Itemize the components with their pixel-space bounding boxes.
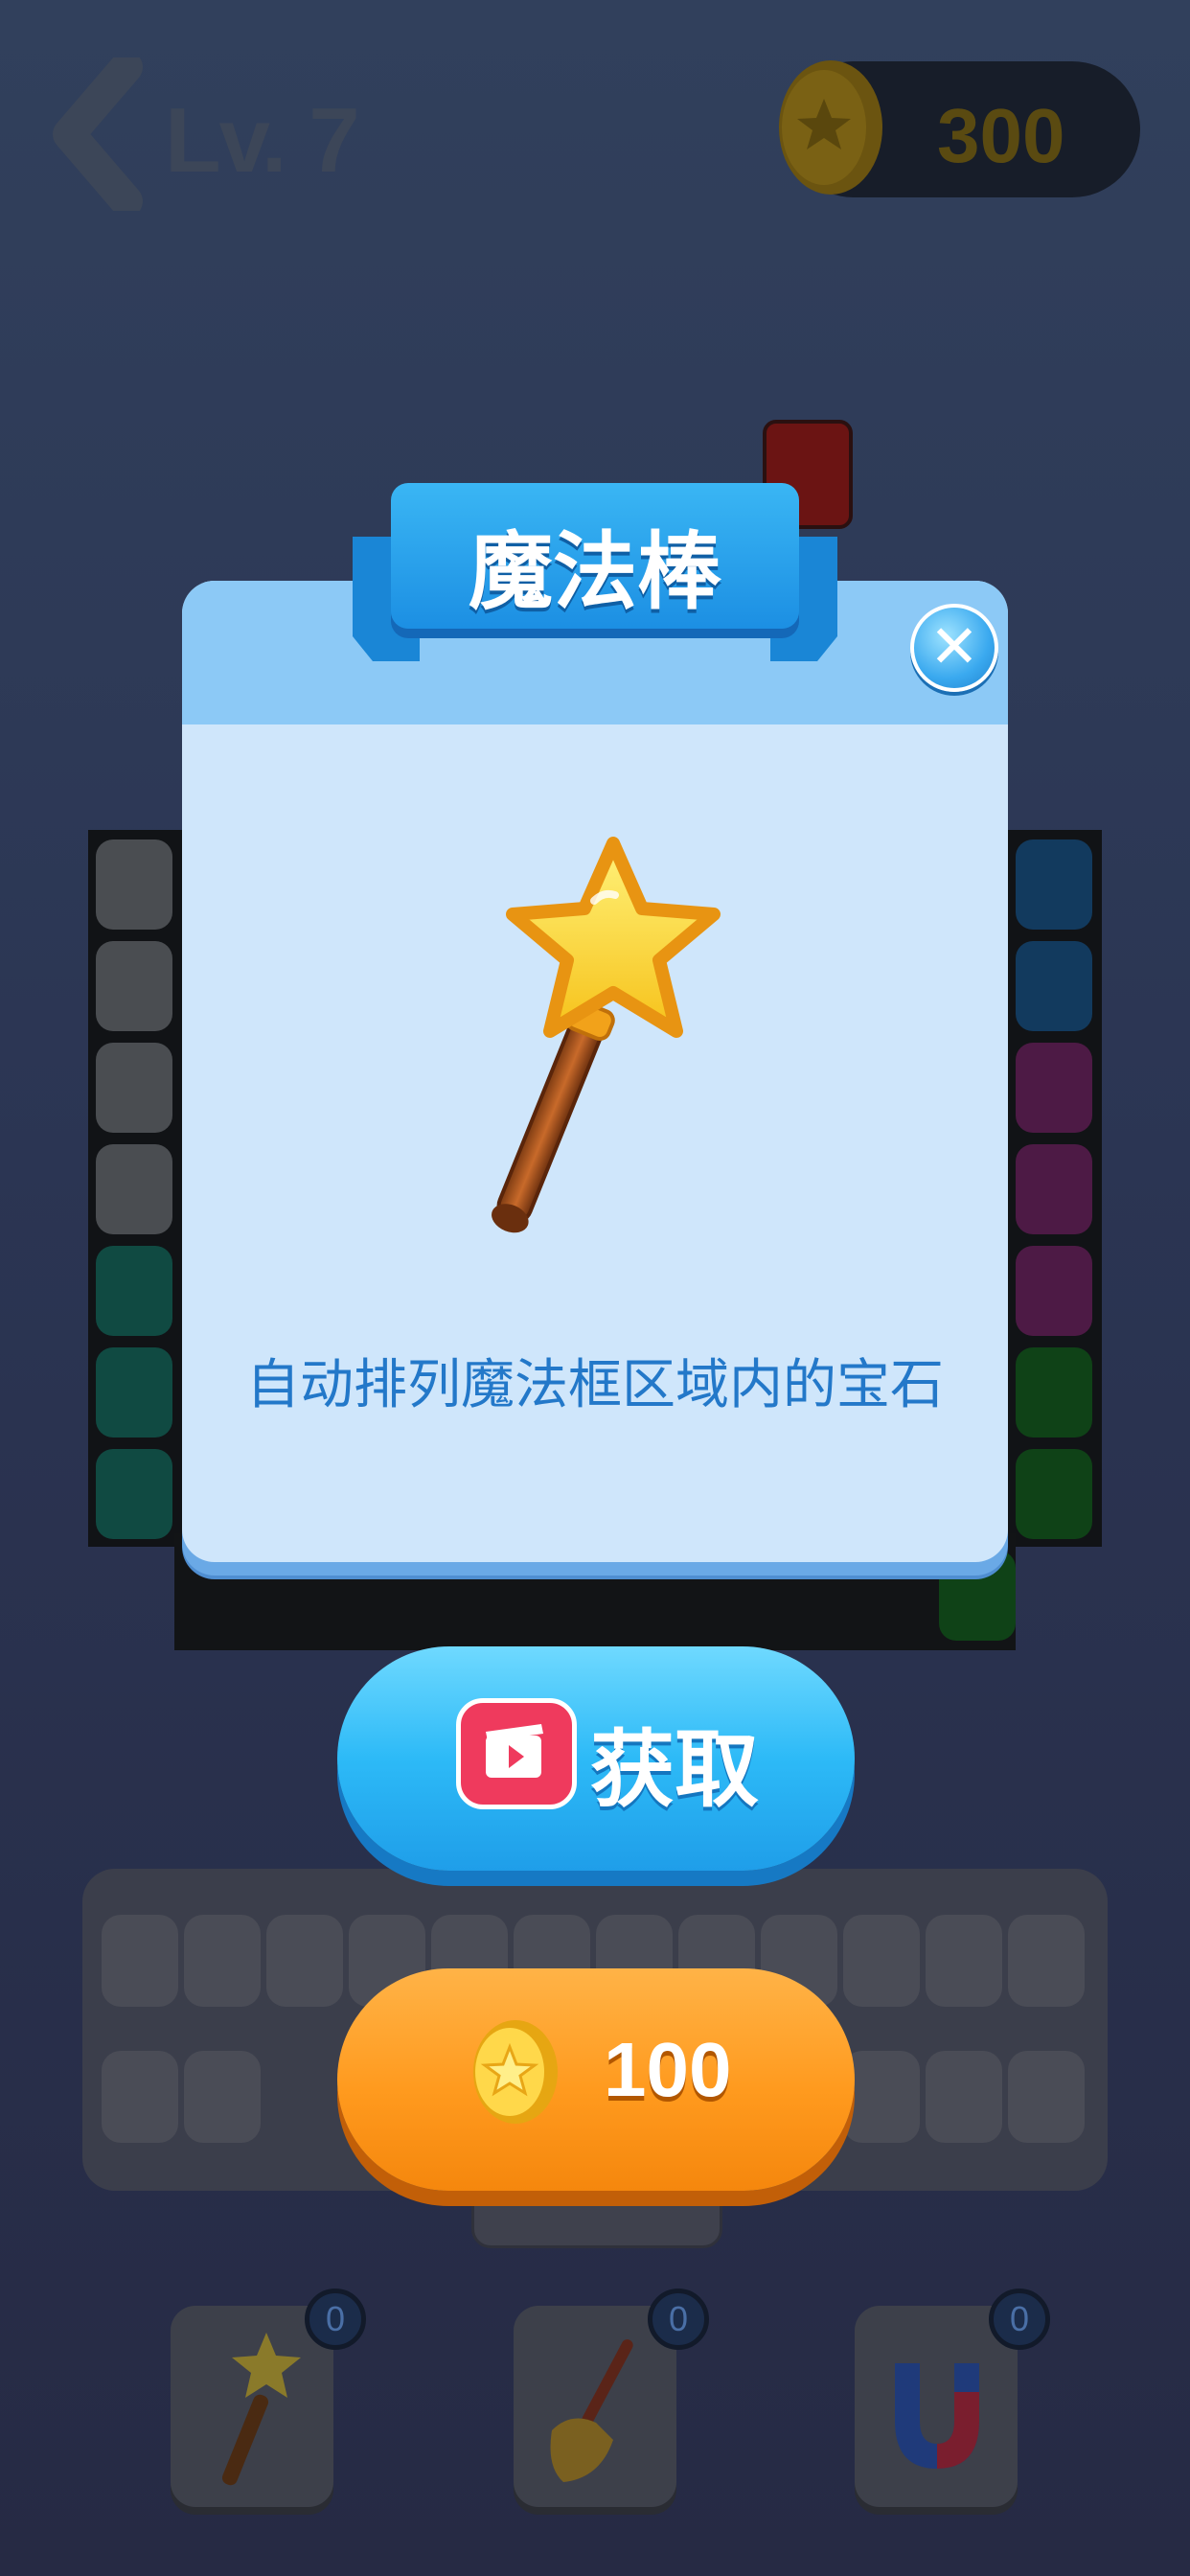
gem [1016, 1449, 1092, 1539]
video-ad-icon [456, 1698, 577, 1809]
tray-tab [471, 2181, 722, 2248]
tray-slot [266, 1915, 343, 2007]
gem [96, 1144, 172, 1234]
tray-slot [184, 1915, 261, 2007]
gem [1016, 1246, 1092, 1336]
tray-slot [1008, 2051, 1085, 2143]
gem [1016, 941, 1092, 1031]
gem [96, 1449, 172, 1539]
magic-wand-icon [450, 834, 738, 1255]
tray-slot [102, 2051, 178, 2143]
item-slot-magic-wand[interactable]: 0 [171, 2288, 366, 2507]
back-button[interactable] [50, 51, 155, 218]
gem [96, 1347, 172, 1438]
item-count-badge: 0 [989, 2288, 1050, 2350]
tray-slot [1008, 1915, 1085, 2007]
buy-with-coins-button[interactable] [337, 1968, 855, 2191]
gem [1016, 1347, 1092, 1438]
gem [1016, 1144, 1092, 1234]
gem [96, 1246, 172, 1336]
chevron-left-icon [53, 51, 143, 218]
coin-icon [468, 2016, 560, 2128]
close-button[interactable]: ✕ [910, 604, 998, 692]
gem [96, 1043, 172, 1133]
gem [96, 840, 172, 930]
dialog-title: 魔法棒 [468, 524, 721, 619]
gem [939, 1551, 1016, 1641]
gem [1016, 840, 1092, 930]
level-label: Lv. 7 [165, 89, 360, 192]
gem [1016, 1043, 1092, 1133]
tray-slot [843, 2051, 920, 2143]
get-button-label: 获取 [590, 1722, 760, 1817]
coin-count: 300 [937, 93, 1065, 178]
board-left-column [88, 830, 186, 1547]
item-count-badge: 0 [305, 2288, 366, 2350]
item-description: 自动排列魔法框区域内的宝石 [246, 1354, 944, 1414]
tray-slot [926, 2051, 1002, 2143]
tray-slot [184, 2051, 261, 2143]
price-label: 100 [604, 2027, 732, 2112]
item-slot-broom[interactable]: 0 [514, 2288, 709, 2507]
tray-slot [102, 1915, 178, 2007]
coin-icon [774, 56, 887, 199]
tray-slot [926, 1915, 1002, 2007]
tray-slot [843, 1915, 920, 2007]
item-count-badge: 0 [648, 2288, 709, 2350]
item-slot-magnet[interactable]: 0 [855, 2288, 1050, 2507]
close-icon: ✕ [929, 614, 979, 680]
board-right-column [1006, 830, 1102, 1547]
gem [96, 941, 172, 1031]
